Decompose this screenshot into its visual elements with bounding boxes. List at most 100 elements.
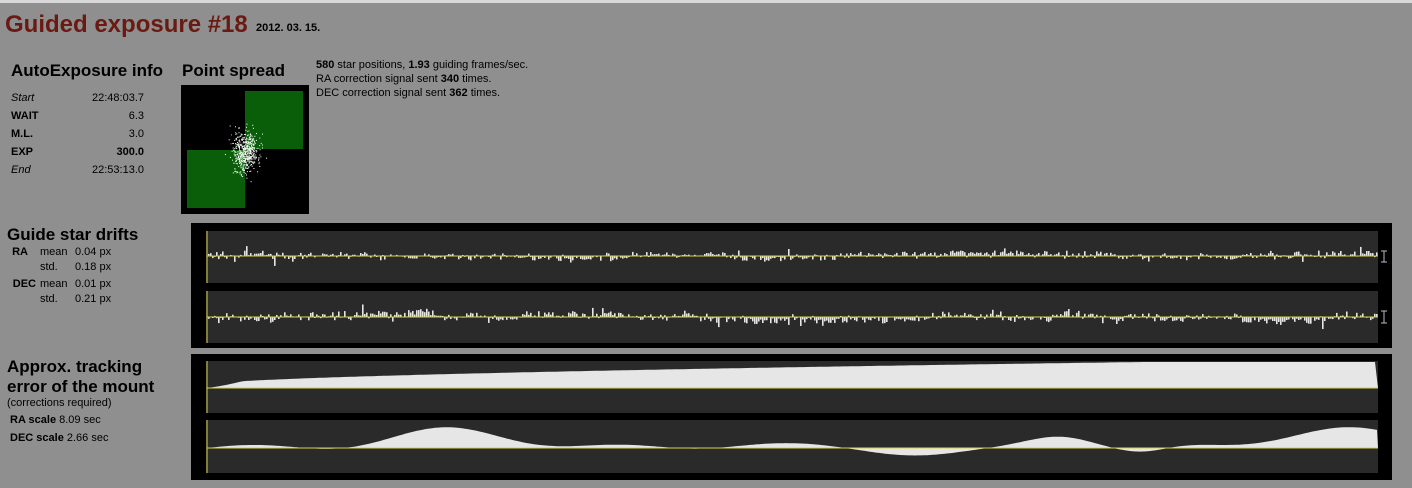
drift-bar — [820, 256, 822, 261]
drift-bar — [1266, 317, 1268, 324]
drift-bar — [1270, 250, 1272, 256]
ps-dot — [247, 167, 249, 169]
ps-dot — [243, 153, 245, 155]
ps-dot — [245, 158, 247, 159]
ps-dot — [239, 150, 241, 151]
drift-bar — [422, 311, 424, 317]
drift-bar — [914, 252, 916, 256]
ps-dot — [250, 170, 252, 172]
ps-dot — [250, 151, 252, 153]
ps-dot — [258, 157, 260, 159]
ps-dot — [253, 156, 255, 158]
drift-bar — [726, 317, 728, 323]
drift-bar — [816, 317, 818, 324]
drift-bar — [532, 256, 534, 261]
drift-bar — [768, 256, 770, 261]
ps-dot — [247, 145, 249, 147]
ps-dot — [244, 162, 246, 163]
drift-bar — [1020, 251, 1022, 256]
ps-dot — [243, 134, 245, 135]
ps-dot — [244, 147, 246, 149]
ps-dot — [241, 158, 243, 160]
ps-dot — [235, 133, 237, 135]
drift-bar — [382, 311, 384, 317]
ps-dot — [250, 160, 252, 162]
ps-dot — [244, 169, 245, 171]
ps-dot — [256, 150, 258, 152]
drift-bar — [1234, 313, 1236, 317]
ps-dot — [242, 149, 244, 151]
ps-dot — [241, 157, 243, 159]
drift-bar — [534, 256, 536, 261]
drift-bar — [1258, 317, 1260, 322]
drift-bar — [470, 312, 472, 317]
drift-bar — [244, 250, 246, 256]
drift-bar — [788, 249, 790, 256]
ps-dot — [233, 162, 235, 164]
ps-dot — [243, 168, 245, 170]
drift-bar — [742, 256, 744, 261]
ps-dot — [238, 159, 240, 161]
ps-dot — [244, 160, 246, 161]
ps-dot — [244, 164, 246, 166]
ps-dot — [240, 155, 242, 156]
drift-bar — [1322, 317, 1324, 329]
drift-bar — [824, 317, 826, 322]
drift-bar — [1276, 317, 1278, 325]
drift-bar — [666, 317, 668, 321]
drift-bar — [1272, 317, 1274, 321]
ps-dot — [251, 148, 253, 150]
ps-dot — [228, 139, 230, 141]
drift-bar — [1308, 317, 1310, 324]
drift-bar — [1000, 252, 1002, 256]
ps-dot — [243, 149, 245, 151]
ps-dot — [239, 173, 241, 175]
drift-bar — [842, 317, 844, 323]
ps-dot — [237, 136, 239, 138]
drift-bar — [904, 251, 906, 256]
ps-dot — [249, 162, 251, 164]
ps-dot — [239, 142, 241, 144]
ps-dot — [247, 156, 249, 157]
drift-bar — [1076, 312, 1078, 317]
drift-bar — [1334, 252, 1336, 256]
drift-bar — [572, 256, 574, 261]
ps-dot — [235, 172, 237, 174]
ae-row-start: Start 22:48:03.7 — [11, 89, 144, 107]
ps-dot — [235, 154, 236, 156]
drift-bar — [1000, 311, 1002, 317]
drift-bar — [754, 256, 756, 260]
point-spread-plot — [181, 85, 309, 214]
drift-bar — [970, 252, 972, 256]
ps-dot — [231, 134, 232, 136]
ps-dot — [240, 175, 242, 177]
drift-bar — [1274, 317, 1276, 322]
drift-bar — [1246, 317, 1248, 323]
drift-bar — [788, 317, 790, 325]
drift-bar — [632, 251, 634, 256]
drift-bar — [1368, 251, 1370, 256]
ps-dot — [246, 145, 248, 147]
ps-dot — [248, 144, 250, 146]
ps-dot — [252, 140, 254, 142]
ps-dot — [240, 165, 241, 167]
drift-bar — [790, 256, 792, 260]
drift-bar — [1296, 251, 1298, 256]
ps-dot — [251, 158, 253, 160]
ae-value: 22:53:13.0 — [92, 164, 144, 176]
drift-bar — [1084, 251, 1086, 256]
ps-dot — [236, 148, 238, 150]
ps-dot — [258, 159, 259, 161]
drift-bar — [1318, 250, 1320, 256]
drift-bar — [834, 256, 836, 260]
ps-dot — [237, 171, 239, 173]
ps-dot — [245, 165, 247, 167]
ps-dot — [243, 141, 244, 143]
ps-dot — [258, 161, 260, 163]
ps-dot — [235, 159, 237, 161]
drift-bar — [666, 252, 668, 256]
page-title: Guided exposure #18 — [5, 11, 248, 38]
ps-dot — [251, 141, 253, 143]
ps-dot — [255, 139, 257, 141]
drift-bar — [1046, 251, 1048, 256]
